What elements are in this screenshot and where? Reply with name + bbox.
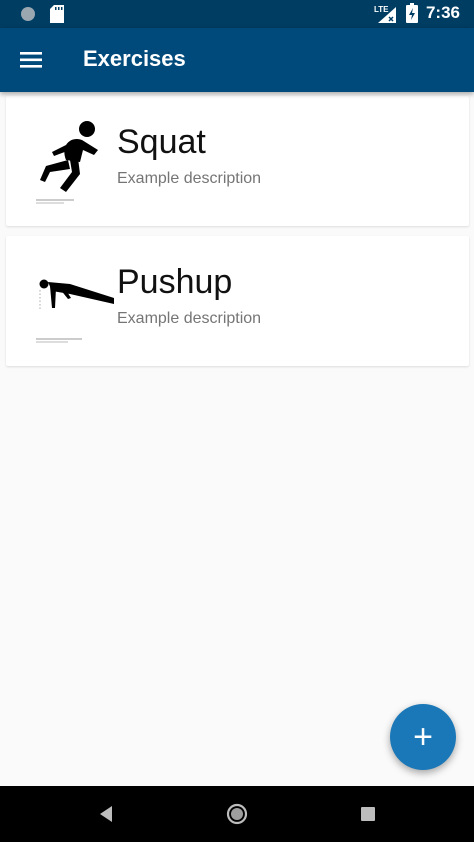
system-nav-bar xyxy=(0,786,474,842)
add-icon: + xyxy=(413,718,433,756)
exercise-name: Squat xyxy=(117,123,206,161)
svg-text:LTE: LTE xyxy=(374,5,389,14)
exercise-description: Example description xyxy=(117,310,262,327)
squat-icon xyxy=(36,121,98,204)
pushup-icon xyxy=(36,279,114,343)
add-exercise-button[interactable]: + xyxy=(390,704,456,770)
exercise-name: Pushup xyxy=(117,263,233,301)
status-bar: LTE 7:36 xyxy=(0,0,474,28)
back-icon[interactable] xyxy=(92,800,120,828)
battery-charging-icon xyxy=(405,3,418,23)
page-title: Exercises xyxy=(83,46,186,71)
signal-lte-icon: LTE xyxy=(374,5,396,23)
hamburger-menu-icon[interactable] xyxy=(18,46,46,74)
circle-notification-icon xyxy=(21,7,35,21)
exercise-card-squat[interactable]: Squat Example description xyxy=(6,96,469,226)
app-bar: Exercises xyxy=(0,28,474,92)
exercise-description: Example description xyxy=(117,170,262,187)
home-icon[interactable] xyxy=(223,800,251,828)
exercise-card-pushup[interactable]: Pushup Example description xyxy=(6,236,469,366)
sd-card-icon xyxy=(50,5,64,23)
recents-icon[interactable] xyxy=(354,800,382,828)
status-time: 7:36 xyxy=(425,3,460,22)
